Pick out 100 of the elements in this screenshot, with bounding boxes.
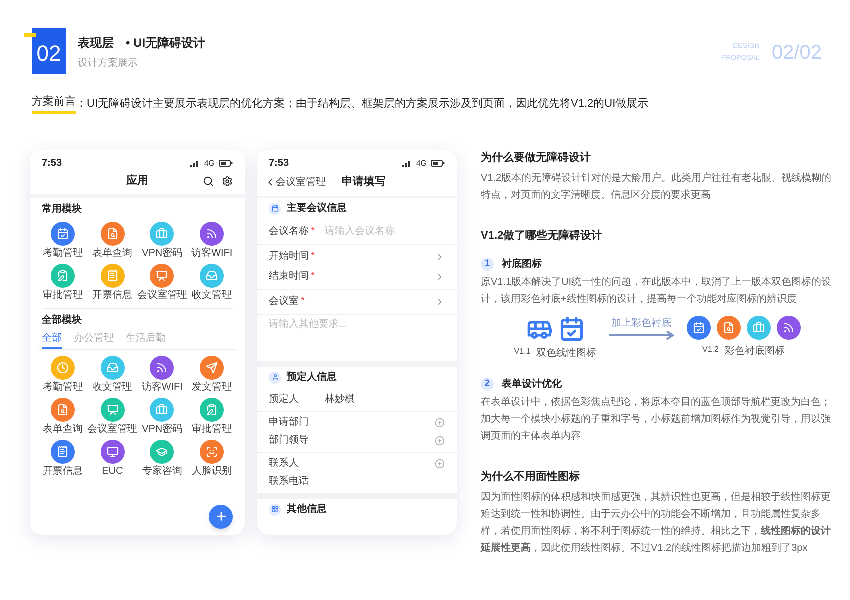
app-icon[interactable] [200, 356, 224, 380]
app-label: 审批管理 [42, 290, 83, 302]
field-label: 开始时间 * [269, 250, 316, 264]
version-label: V1.1 [514, 346, 531, 358]
app-label: 访客WIFI [192, 248, 233, 260]
section-title: 预定人信息 [287, 370, 337, 385]
field-label: 预定人 [269, 392, 300, 407]
section-heading: V1.2做了哪些无障碍设计 [481, 228, 604, 244]
app-icon[interactable] [200, 440, 224, 464]
accent-bar [24, 33, 36, 37]
page-subtitle: • UI无障碍设计 [126, 35, 206, 52]
paragraph: 因为面性图标的体积感和块面感更强，其辨识性也更高，但是相较于线性图标更难达到统一性和协调性。由于云办公中的功能会不断增加，且功能属性复杂多样，若使用面性图标，将不利于图标统一性的维持。相比之下，线性图标的设计延展性更高，因此使用线性图标。不过V1.2的线性图标把描边加粗到了3px [481, 490, 832, 556]
plus-icon [214, 510, 228, 523]
field-label: 结束时间 * [269, 270, 316, 284]
status-time: 7:53 [269, 157, 290, 171]
signal-icon [402, 160, 412, 167]
select-row[interactable]: 开始时间 * [269, 246, 445, 266]
app-label: EUC [102, 466, 124, 478]
app-label: 会议室管理 [88, 424, 138, 436]
app-icon[interactable] [50, 222, 75, 246]
field-value: 林妙棋 [325, 392, 355, 407]
field-label: 联系电话 [269, 474, 310, 489]
app-icon[interactable] [200, 264, 224, 288]
app-icon[interactable] [150, 356, 174, 380]
app-label: 考勤管理 [42, 382, 83, 394]
app-icon[interactable] [150, 440, 174, 464]
app-label: 审批管理 [192, 424, 232, 436]
section-icon [269, 202, 281, 214]
page-caption: 设计方案展示 [78, 56, 139, 71]
app-label: VPN密码 [142, 248, 183, 260]
screen-title: 申请填写 [342, 174, 386, 190]
app-label: 表单查询 [92, 248, 133, 260]
step-number: 1 [481, 258, 494, 270]
add-icon[interactable] [435, 458, 445, 468]
network-label: 4G [416, 158, 427, 170]
section-title: 常用模块 [41, 204, 83, 216]
app-icon[interactable] [150, 398, 174, 422]
app-icon[interactable] [100, 356, 125, 380]
arrow-label: 加上彩色衬底 [612, 316, 672, 330]
settings-icon[interactable] [222, 176, 233, 187]
calendar-check-icon [558, 316, 584, 342]
step-title: 衬底图标 [502, 257, 542, 272]
text-area[interactable]: 请输入其他要求... [269, 316, 445, 350]
app-label: 表单查询 [42, 424, 83, 436]
battery-icon [431, 160, 445, 167]
app-icon[interactable] [100, 222, 125, 246]
section-heading: 为什么要做无障碍设计 [481, 150, 592, 166]
app-label: 考勤管理 [42, 248, 83, 260]
field-label: 部门领导 [269, 434, 310, 448]
field-label: 会议名称 * [269, 224, 316, 239]
app-label: 专家咨询 [142, 466, 182, 478]
section-icon [269, 372, 281, 384]
arrow-icon [608, 330, 675, 340]
section-heading: 为什么不用面性图标 [481, 470, 581, 484]
paragraph: 在表单设计中，依据色彩焦点理论，将原本夺目的蓝色顶部导航栏更改为白色；加大每一个模块小标题的子重和字号，小标题前增加图标作为视觉引导，用以强调页面的主体表单内容 [481, 396, 832, 444]
paragraph: V1.2版本的无障碍设计针对的是大龄用户。此类用户往往有老花眼、视线模糊的特点，对页面的文字清晰度、信息区分度的要求更高 [481, 172, 833, 203]
field-label: 会议室 * [269, 294, 306, 309]
app-label: 收文管理 [192, 290, 232, 302]
app-icon[interactable] [200, 222, 224, 246]
app-icon[interactable] [100, 440, 125, 464]
section-number: 02 [32, 28, 66, 74]
section-title: 主要会议信息 [287, 201, 347, 216]
step-title: 表单设计优化 [502, 378, 562, 392]
icon-caption: 双色线性图标 [536, 346, 597, 360]
section-icon [269, 504, 281, 516]
app-label: 访客WIFI [142, 382, 183, 394]
status-time: 7:53 [42, 157, 62, 171]
select-row[interactable]: 结束时间 * [269, 266, 445, 286]
app-label: 收文管理 [92, 382, 133, 394]
input-field[interactable]: 请输入会议名称 [325, 224, 445, 239]
app-label: 开票信息 [92, 290, 133, 302]
add-icon[interactable] [435, 418, 445, 428]
app-icon[interactable] [100, 398, 125, 422]
section-title: 其他信息 [287, 502, 327, 517]
intro-label: 方案前言 [32, 94, 76, 114]
section-title: 全部模块 [41, 314, 83, 326]
app-icon[interactable] [50, 264, 75, 288]
app-label: 开票信息 [42, 466, 83, 478]
app-icon[interactable] [150, 222, 174, 246]
app-label: 人脸识别 [192, 466, 232, 478]
signal-icon [190, 160, 200, 167]
field-label: 联系人 [269, 456, 300, 471]
app-icon[interactable] [200, 398, 224, 422]
version-label: V1.2 [702, 344, 719, 356]
select-row[interactable]: 会议室 * [269, 292, 445, 312]
page-number: 02/02 [772, 41, 822, 66]
app-icon[interactable] [50, 440, 75, 464]
search-icon[interactable] [203, 176, 214, 187]
back-button[interactable]: 会议室管理 [265, 175, 326, 190]
app-icon[interactable] [150, 264, 174, 288]
add-icon[interactable] [435, 436, 445, 446]
battery-icon [219, 160, 233, 167]
category-tab[interactable]: 全部 [42, 330, 62, 348]
intro-text: ：UI无障碍设计主要展示表现层的优化方案；由于结构层、框架层的方案展示涉及到页面，因此优先将V1.2的UI做展示 [76, 96, 649, 112]
icon-caption: 彩色衬底图标 [724, 344, 785, 358]
app-icon[interactable] [50, 398, 75, 422]
add-button[interactable] [209, 504, 233, 528]
field-label: 申请部门 [269, 416, 310, 430]
network-label: 4G [204, 158, 215, 170]
step-number: 2 [481, 378, 494, 390]
